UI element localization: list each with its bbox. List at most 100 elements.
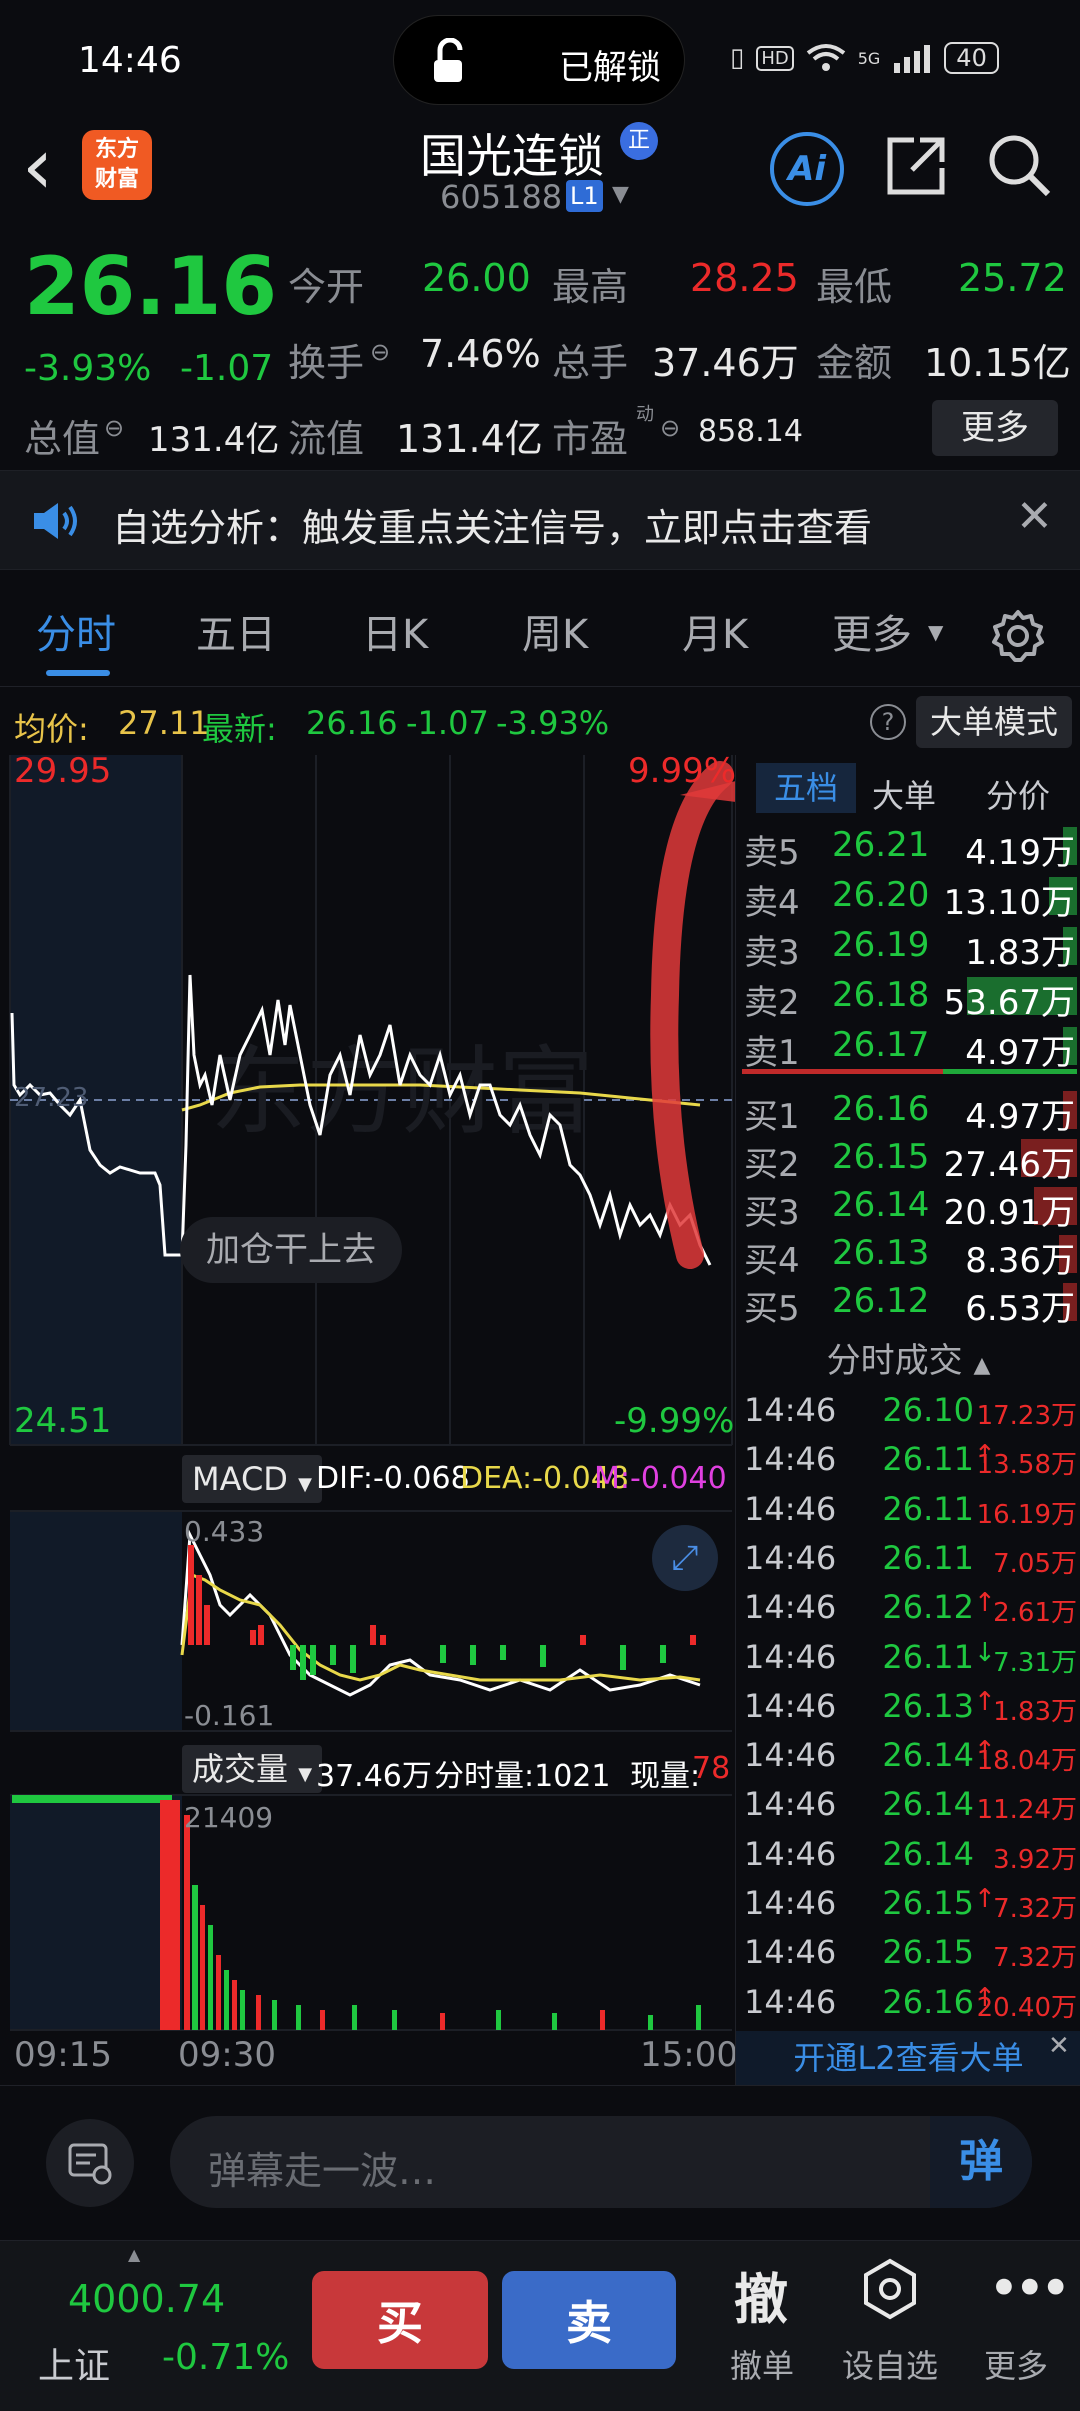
tab-monthly[interactable]: 月K bbox=[682, 602, 748, 660]
volume-label: 总手 bbox=[552, 341, 629, 385]
level-label: 买3 bbox=[744, 1193, 800, 1233]
tick-time: 14:46 bbox=[744, 1440, 837, 1479]
name-badge: 正 bbox=[620, 122, 658, 160]
caret-up-icon[interactable]: ▲ bbox=[973, 1353, 990, 1378]
close-icon[interactable]: ✕ bbox=[1048, 2031, 1078, 2061]
level-label: 卖1 bbox=[744, 1033, 800, 1073]
tick-row: 14:46 26.11 ↓ 7.31万 bbox=[736, 1634, 1080, 1682]
level-label: 买5 bbox=[744, 1289, 800, 1329]
tab-price-dist[interactable]: 分价 bbox=[986, 771, 1050, 817]
add-watchlist-label[interactable]: 设自选 bbox=[842, 2341, 938, 2387]
danmu-settings-button[interactable] bbox=[46, 2119, 134, 2207]
bid-row[interactable]: 买1 26.16 4.97万 bbox=[736, 1085, 1080, 1137]
buy-button[interactable]: 买 bbox=[312, 2271, 488, 2369]
settings-gear-icon[interactable] bbox=[990, 608, 1046, 664]
info-icon[interactable]: ⊖ bbox=[370, 338, 390, 366]
info-icon[interactable]: ⊖ bbox=[104, 414, 124, 442]
book-divider bbox=[742, 1069, 1077, 1074]
bid-row[interactable]: 买5 26.12 6.53万 bbox=[736, 1277, 1080, 1329]
more-label[interactable]: 更多 bbox=[984, 2341, 1048, 2387]
danmu-send-button[interactable]: 弹 bbox=[930, 2116, 1032, 2208]
back-button[interactable]: ‹ bbox=[22, 128, 53, 206]
last-value: 26.16 bbox=[306, 704, 398, 742]
current-price: 26.16 bbox=[24, 240, 278, 333]
tab-more[interactable]: 更多 bbox=[832, 602, 912, 660]
avg-value: 27.11 bbox=[118, 704, 210, 742]
ask-row[interactable]: 卖5 26.21 4.19万 bbox=[736, 821, 1080, 873]
tab-big-orders[interactable]: 大单 bbox=[872, 771, 936, 817]
app-logo[interactable]: 东方 财富 bbox=[82, 130, 152, 200]
chevron-down-icon[interactable]: ▼ bbox=[928, 620, 943, 644]
tick-row: 14:46 26.15 ↑ 7.32万 bbox=[736, 1880, 1080, 1928]
level-price: 26.15 bbox=[832, 1137, 930, 1177]
bottom-action-bar: ▲ 4000.74 上证 -0.71% 买 卖 撤 撤单 设自选 ••• 更多 bbox=[0, 2240, 1080, 2411]
help-icon[interactable]: ? bbox=[870, 704, 906, 740]
volume-cur: 78 bbox=[692, 1751, 731, 1786]
danmu-bar: 弹幕走一波… 弹 bbox=[0, 2085, 1080, 2240]
add-watchlist-icon[interactable] bbox=[860, 2257, 920, 2321]
low-value: 25.72 bbox=[958, 256, 1067, 300]
macd-label: MACD bbox=[192, 1460, 288, 1498]
tick-volume: 2.61万 bbox=[993, 1598, 1077, 1629]
tick-price: 26.10 bbox=[882, 1391, 974, 1429]
tick-price: 26.11 bbox=[882, 1637, 974, 1676]
status-time: 14:46 bbox=[78, 40, 182, 81]
tick-row: 14:46 26.14 3.92万 bbox=[736, 1831, 1080, 1879]
tick-volume: 3.92万 bbox=[993, 1844, 1077, 1875]
tick-time: 14:46 bbox=[744, 1933, 837, 1972]
price-infobar: 均价: 27.11 最新: 26.16 -1.07 -3.93% ? 大单模式 bbox=[0, 690, 1080, 755]
bid-row[interactable]: 买2 26.15 27.46万 bbox=[736, 1133, 1080, 1185]
avg-label: 均价: bbox=[14, 710, 89, 748]
sell-button[interactable]: 卖 bbox=[502, 2271, 676, 2369]
l2-link[interactable]: 开通L2查看大单 bbox=[736, 2031, 1080, 2085]
cancel-order-label[interactable]: 撤单 bbox=[730, 2341, 794, 2387]
ask-row[interactable]: 卖3 26.19 1.83万 bbox=[736, 921, 1080, 973]
index-name: 上证 bbox=[38, 2346, 111, 2387]
danmu-input[interactable]: 弹幕走一波… 弹 bbox=[170, 2116, 1032, 2208]
time-start: 09:15 bbox=[14, 2035, 112, 2075]
search-icon[interactable] bbox=[986, 132, 1052, 198]
tick-time: 14:46 bbox=[744, 1884, 837, 1922]
float-value: 131.4亿 bbox=[396, 417, 543, 461]
level-label: 卖2 bbox=[744, 983, 800, 1023]
info-icon[interactable]: ⊖ bbox=[660, 414, 680, 442]
ask-row[interactable]: 卖4 26.20 13.10万 bbox=[736, 871, 1080, 923]
level-badge[interactable]: L1 bbox=[566, 180, 603, 212]
y-max-label: 29.95 bbox=[14, 751, 112, 791]
time-close: 15:00 bbox=[640, 2035, 738, 2075]
ask-row[interactable]: 卖2 26.18 53.67万 bbox=[736, 971, 1080, 1023]
cancel-order-icon[interactable]: 撤 bbox=[734, 2255, 788, 2334]
notice-bar[interactable]: 自选分析：触发重点关注信号，立即点击查看 ✕ bbox=[0, 470, 1080, 570]
danmu-bubble[interactable]: 加仓干上去 bbox=[180, 1217, 402, 1283]
bid-row[interactable]: 买4 26.13 8.36万 bbox=[736, 1229, 1080, 1281]
more-dots-icon[interactable]: ••• bbox=[988, 2257, 1072, 2320]
tab-intraday[interactable]: 分时 bbox=[36, 602, 116, 660]
ai-button[interactable]: Ai bbox=[770, 132, 844, 206]
tick-time: 14:46 bbox=[744, 1736, 837, 1775]
tab-daily[interactable]: 日K bbox=[362, 602, 428, 660]
turnover-label: 换手 bbox=[288, 341, 365, 385]
share-icon[interactable] bbox=[884, 132, 950, 198]
index-value[interactable]: 4000.74 bbox=[68, 2277, 225, 2321]
volume-selector[interactable]: 成交量 ▼ bbox=[182, 1745, 323, 1793]
expand-icon[interactable]: ⤢ bbox=[652, 1525, 718, 1591]
watermark: 东方财富 bbox=[210, 1039, 594, 1146]
more-button[interactable]: 更多 bbox=[932, 400, 1058, 456]
close-icon[interactable]: ✕ bbox=[1016, 491, 1053, 542]
signal-icon bbox=[894, 45, 931, 73]
tab-5day[interactable]: 五日 bbox=[196, 602, 276, 660]
big-order-mode-button[interactable]: 大单模式 bbox=[916, 696, 1072, 748]
tick-price: 26.11 bbox=[882, 1489, 974, 1528]
macd-selector[interactable]: MACD ▼ bbox=[182, 1455, 322, 1503]
tick-time: 14:46 bbox=[744, 1785, 837, 1824]
bid-row[interactable]: 买3 26.14 20.91万 bbox=[736, 1181, 1080, 1233]
level-price: 26.19 bbox=[832, 925, 930, 965]
caret-up-icon[interactable]: ▲ bbox=[128, 2245, 140, 2264]
tab-weekly[interactable]: 周K bbox=[522, 602, 588, 660]
tick-time: 14:46 bbox=[744, 1686, 837, 1725]
notice-text[interactable]: 自选分析：触发重点关注信号，立即点击查看 bbox=[112, 497, 872, 552]
ask-row[interactable]: 卖1 26.17 4.97万 bbox=[736, 1021, 1080, 1073]
tab-five-level[interactable]: 五档 bbox=[756, 763, 856, 813]
battery-icon: 40 bbox=[944, 42, 999, 74]
chevron-down-icon[interactable]: ▼ bbox=[612, 182, 629, 207]
